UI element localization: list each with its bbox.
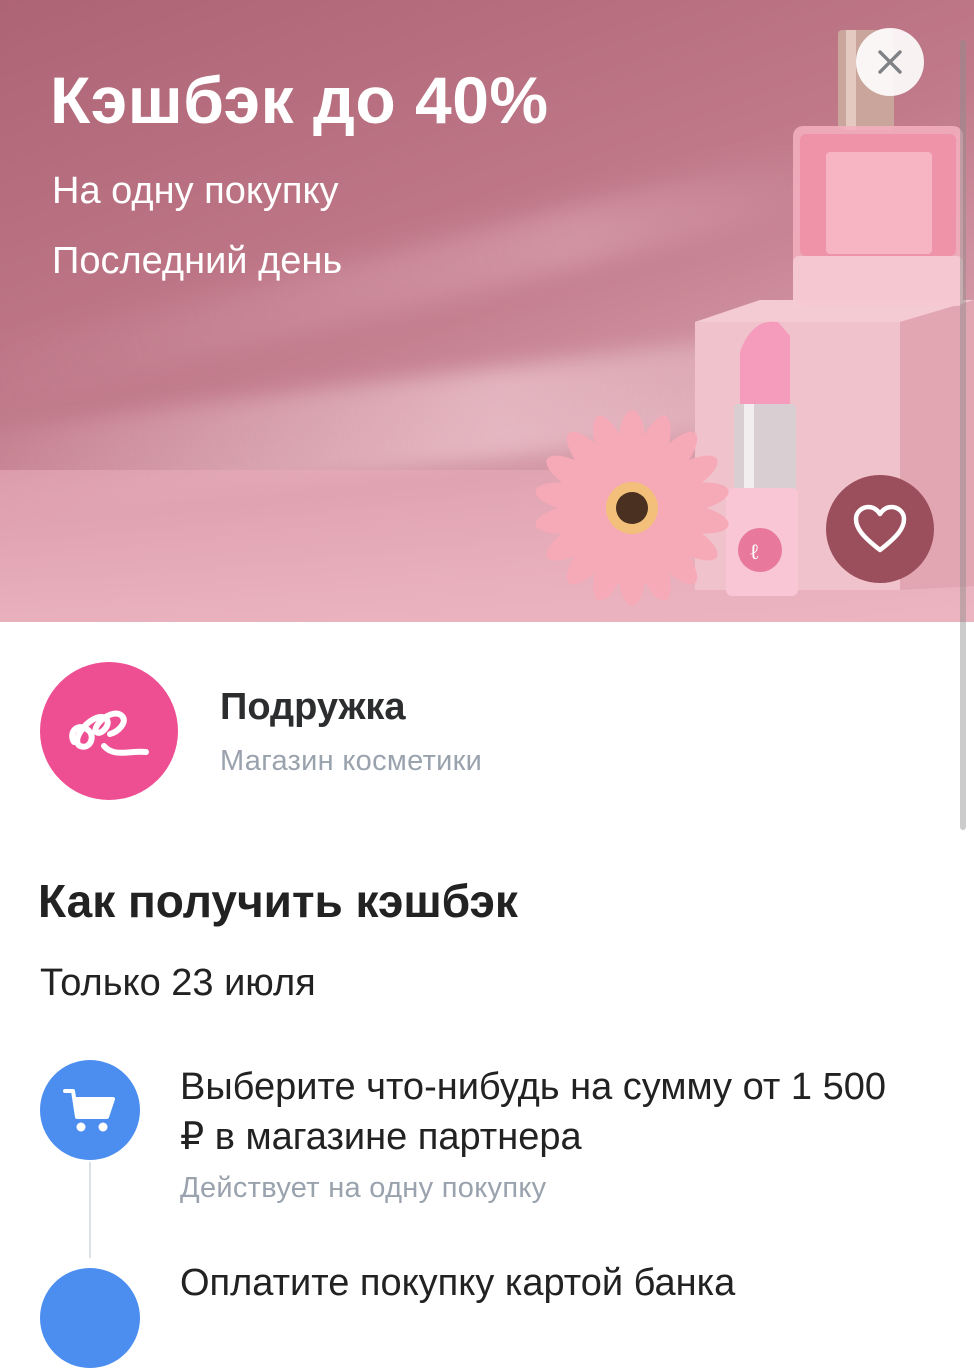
shop-description: Магазин косметики [220, 745, 483, 777]
step-1-title: Выберите что-нибудь на сумму от 1 500 ₽ … [180, 1066, 886, 1158]
step-1-note: Действует на одну покупку [180, 1172, 547, 1204]
cart-icon [63, 1089, 115, 1132]
scrollbar[interactable] [960, 40, 966, 830]
offer-date: Только 23 июля [40, 962, 316, 1004]
step-2-icon [40, 1268, 140, 1368]
section-title: Как получить кэшбэк [38, 875, 518, 927]
favorite-button[interactable] [826, 475, 934, 583]
shop-logo[interactable] [40, 662, 178, 800]
close-icon [878, 50, 902, 74]
step-1-icon [40, 1060, 140, 1160]
podruzhka-logo-icon [69, 710, 149, 756]
heart-icon [853, 504, 907, 553]
banner-title: Кэшбэк до 40% [50, 63, 549, 137]
step-connector [89, 1162, 91, 1258]
banner-subtitle-deadline: Последний день [52, 240, 343, 282]
step-2-title: Оплатите покупку картой банка [180, 1262, 736, 1304]
svg-text:ℓ: ℓ [749, 539, 760, 564]
close-button[interactable] [856, 28, 924, 96]
promo-banner: ℓ Кэшбэк до 40% На одну покупку Последни… [0, 0, 974, 622]
banner-subtitle: На одну покупку [52, 170, 339, 212]
shop-name: Подружка [220, 686, 406, 728]
